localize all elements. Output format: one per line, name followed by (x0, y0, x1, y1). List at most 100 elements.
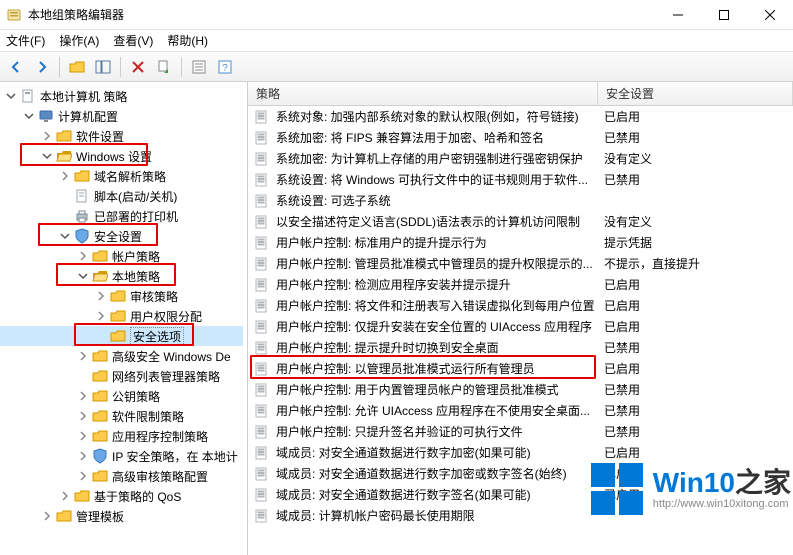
policy-name: 用户帐户控制: 提示提升时切换到安全桌面 (276, 339, 604, 356)
policy-row[interactable]: 用户帐户控制: 检测应用程序安装并提示提升已启用 (248, 274, 793, 295)
tree-item[interactable]: 高级安全 Windows De (0, 346, 243, 366)
policy-row[interactable]: 用户帐户控制: 只提升签名并验证的可执行文件已禁用 (248, 421, 793, 442)
column-policy[interactable]: 策略 (248, 82, 598, 105)
tree-item[interactable]: 帐户策略 (0, 246, 243, 266)
policy-name: 用户帐户控制: 检测应用程序安装并提示提升 (276, 276, 604, 293)
policy-setting: 已禁用 (604, 171, 640, 188)
expand-icon[interactable] (58, 489, 72, 503)
policy-list[interactable]: 系统对象: 加强内部系统对象的默认权限(例如，符号链接)已启用系统加密: 将 F… (248, 106, 793, 555)
tree-item[interactable]: 脚本(启动/关机) (0, 186, 243, 206)
policy-tree[interactable]: 本地计算机 策略计算机配置软件设置Windows 设置域名解析策略脚本(启动/关… (0, 82, 247, 530)
expand-icon[interactable] (76, 389, 90, 403)
policy-row[interactable]: 域成员: 对安全通道数据进行数字签名(如果可能)已启用 (248, 484, 793, 505)
tree-pane: 本地计算机 策略计算机配置软件设置Windows 设置域名解析策略脚本(启动/关… (0, 82, 248, 555)
expand-icon[interactable] (40, 149, 54, 163)
tree-item[interactable]: IP 安全策略，在 本地计 (0, 446, 243, 466)
policy-setting: 已禁用 (604, 423, 640, 440)
column-setting[interactable]: 安全设置 (598, 82, 793, 105)
expand-icon[interactable] (76, 249, 90, 263)
expand-icon[interactable] (76, 449, 90, 463)
policy-setting: 提示凭据 (604, 234, 652, 251)
tree-item[interactable]: 安全选项 (0, 326, 243, 346)
policy-name: 用户帐户控制: 将文件和注册表写入错误虚拟化到每用户位置 (276, 297, 604, 314)
nav-back-button[interactable] (4, 55, 28, 79)
tree-label: 计算机配置 (58, 108, 118, 125)
policy-row[interactable]: 域成员: 计算机帐户密码最长使用期限 (248, 505, 793, 526)
expand-icon[interactable] (58, 229, 72, 243)
expand-icon[interactable] (40, 129, 54, 143)
tree-item[interactable]: 域名解析策略 (0, 166, 243, 186)
policy-item-icon (254, 277, 270, 293)
expand-icon[interactable] (58, 169, 72, 183)
tree-item[interactable]: 网络列表管理器策略 (0, 366, 243, 386)
tree-label: 管理模板 (76, 508, 124, 525)
tree-item[interactable]: 软件限制策略 (0, 406, 243, 426)
expand-icon[interactable] (76, 429, 90, 443)
expand-icon[interactable] (76, 269, 90, 283)
expand-icon[interactable] (4, 89, 18, 103)
policy-setting: 已启用 (604, 360, 640, 377)
tree-item[interactable]: 公钥策略 (0, 386, 243, 406)
policy-row[interactable]: 用户帐户控制: 提示提升时切换到安全桌面已禁用 (248, 337, 793, 358)
policy-name: 系统对象: 加强内部系统对象的默认权限(例如，符号链接) (276, 108, 604, 125)
expand-icon[interactable] (76, 469, 90, 483)
tree-item[interactable]: 计算机配置 (0, 106, 243, 126)
tree-label: 安全设置 (94, 228, 142, 245)
close-button[interactable] (747, 0, 793, 29)
expand-icon[interactable] (40, 509, 54, 523)
tree-item[interactable]: 本地策略 (0, 266, 243, 286)
policy-row[interactable]: 系统设置: 将 Windows 可执行文件中的证书规则用于软件...已禁用 (248, 169, 793, 190)
nav-forward-button[interactable] (30, 55, 54, 79)
menu-view[interactable]: 查看(V) (113, 32, 153, 49)
tree-item[interactable]: Windows 设置 (0, 146, 243, 166)
policy-setting: 已启用 (604, 444, 640, 461)
tree-item[interactable]: 基于策略的 QoS (0, 486, 243, 506)
properties-button[interactable] (187, 55, 211, 79)
tree-item[interactable]: 软件设置 (0, 126, 243, 146)
menu-action[interactable]: 操作(A) (59, 32, 99, 49)
tree-item[interactable]: 已部署的打印机 (0, 206, 243, 226)
export-button[interactable] (152, 55, 176, 79)
tree-label: 软件设置 (76, 128, 124, 145)
list-pane: 策略 安全设置 系统对象: 加强内部系统对象的默认权限(例如，符号链接)已启用系… (248, 82, 793, 555)
tree-label: 帐户策略 (112, 248, 160, 265)
folder-icon (92, 248, 108, 264)
help-button[interactable]: ? (213, 55, 237, 79)
menu-help[interactable]: 帮助(H) (167, 32, 208, 49)
policy-row[interactable]: 系统加密: 为计算机上存储的用户密钥强制进行强密钥保护没有定义 (248, 148, 793, 169)
expand-icon[interactable] (22, 109, 36, 123)
tree-item[interactable]: 管理模板 (0, 506, 243, 526)
policy-row[interactable]: 用户帐户控制: 仅提升安装在安全位置的 UIAccess 应用程序已启用 (248, 316, 793, 337)
tree-item[interactable]: 高级审核策略配置 (0, 466, 243, 486)
tree-item[interactable]: 用户权限分配 (0, 306, 243, 326)
policy-row[interactable]: 域成员: 对安全通道数据进行数字加密(如果可能)已启用 (248, 442, 793, 463)
policy-row[interactable]: 用户帐户控制: 用于内置管理员帐户的管理员批准模式已禁用 (248, 379, 793, 400)
minimize-button[interactable] (655, 0, 701, 29)
tree-item[interactable]: 审核策略 (0, 286, 243, 306)
show-hide-tree-button[interactable] (91, 55, 115, 79)
tree-label: 高级安全 Windows De (112, 348, 231, 365)
tree-root[interactable]: 本地计算机 策略 (0, 86, 243, 106)
policy-item-icon (254, 151, 270, 167)
policy-row[interactable]: 用户帐户控制: 将文件和注册表写入错误虚拟化到每用户位置已启用 (248, 295, 793, 316)
policy-row[interactable]: 用户帐户控制: 管理员批准模式中管理员的提升权限提示的...不提示，直接提升 (248, 253, 793, 274)
policy-row[interactable]: 系统加密: 将 FIPS 兼容算法用于加密、哈希和签名已禁用 (248, 127, 793, 148)
up-level-button[interactable] (65, 55, 89, 79)
expand-icon[interactable] (94, 309, 108, 323)
policy-row[interactable]: 以安全描述符定义语言(SDDL)语法表示的计算机访问限制没有定义 (248, 211, 793, 232)
policy-row[interactable]: 用户帐户控制: 以管理员批准模式运行所有管理员已启用 (248, 358, 793, 379)
policy-row[interactable]: 系统对象: 加强内部系统对象的默认权限(例如，符号链接)已启用 (248, 106, 793, 127)
tree-item[interactable]: 安全设置 (0, 226, 243, 246)
tree-item[interactable]: 应用程序控制策略 (0, 426, 243, 446)
policy-item-icon (254, 235, 270, 251)
policy-row[interactable]: 用户帐户控制: 标准用户的提升提示行为提示凭据 (248, 232, 793, 253)
policy-row[interactable]: 域成员: 对安全通道数据进行数字加密或数字签名(始终)已启用 (248, 463, 793, 484)
policy-row[interactable]: 系统设置: 可选子系统 (248, 190, 793, 211)
expand-icon[interactable] (94, 289, 108, 303)
expand-icon[interactable] (76, 409, 90, 423)
policy-row[interactable]: 用户帐户控制: 允许 UIAccess 应用程序在不使用安全桌面...已禁用 (248, 400, 793, 421)
delete-button[interactable] (126, 55, 150, 79)
expand-icon[interactable] (76, 349, 90, 363)
maximize-button[interactable] (701, 0, 747, 29)
menu-file[interactable]: 文件(F) (6, 32, 45, 49)
